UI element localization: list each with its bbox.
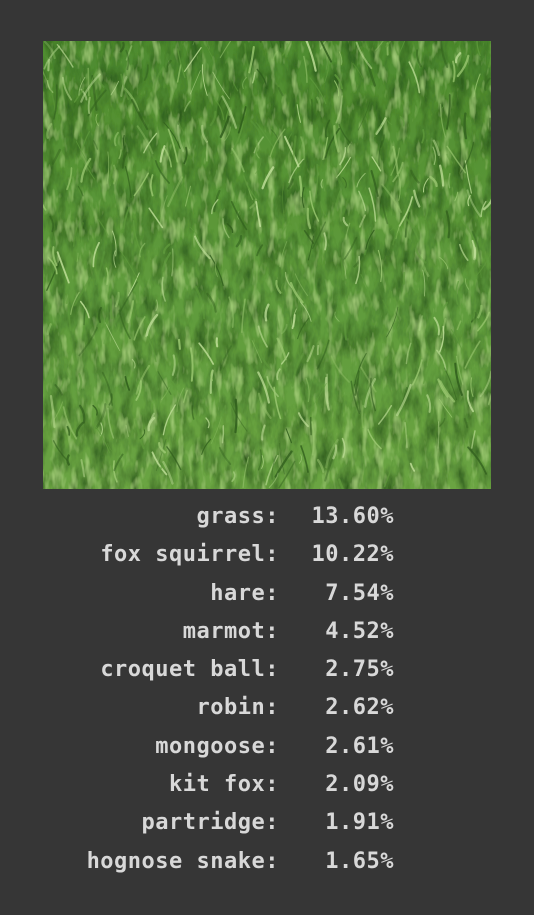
prediction-list: grass: 13.60% fox squirrel: 10.22% hare: 7.5…	[0, 498, 534, 881]
prediction-row: croquet ball: 2.75%	[0, 651, 534, 689]
prediction-label: grass:	[196, 504, 279, 529]
prediction-value: 1.91%	[311, 810, 394, 836]
prediction-row: robin: 2.62%	[0, 689, 534, 727]
prediction-label: hognose snake:	[86, 848, 279, 874]
prediction-row: fox squirrel: 10.22%	[0, 536, 534, 574]
prediction-label: hare:	[210, 580, 279, 606]
prediction-label: croquet ball:	[100, 657, 279, 683]
prediction-value: 10.22%	[311, 542, 394, 568]
prediction-row: partridge: 1.91%	[0, 804, 534, 842]
prediction-value: 4.52%	[311, 618, 394, 644]
prediction-row: mongoose: 2.61%	[0, 728, 534, 766]
grass-photo	[43, 41, 491, 489]
prediction-value: 7.54%	[311, 580, 394, 606]
prediction-label: partridge:	[141, 810, 279, 836]
prediction-row: grass: 13.60%	[0, 498, 534, 536]
prediction-row: kit fox: 2.09%	[0, 766, 534, 804]
prediction-value: 2.75%	[311, 657, 394, 683]
prediction-value: 1.65%	[311, 848, 394, 874]
prediction-value: 13.60%	[311, 504, 394, 529]
prediction-row: hognose snake: 1.65%	[0, 843, 534, 881]
prediction-label: robin:	[196, 695, 279, 721]
prediction-label: fox squirrel:	[100, 542, 279, 568]
prediction-value: 2.09%	[311, 772, 394, 798]
prediction-label: marmot:	[182, 618, 279, 644]
prediction-value: 2.62%	[311, 695, 394, 721]
prediction-row: hare: 7.54%	[0, 575, 534, 613]
prediction-row: marmot: 4.52%	[0, 613, 534, 651]
prediction-value: 2.61%	[311, 733, 394, 759]
prediction-label: kit fox:	[169, 772, 279, 798]
prediction-label: mongoose:	[155, 733, 279, 759]
